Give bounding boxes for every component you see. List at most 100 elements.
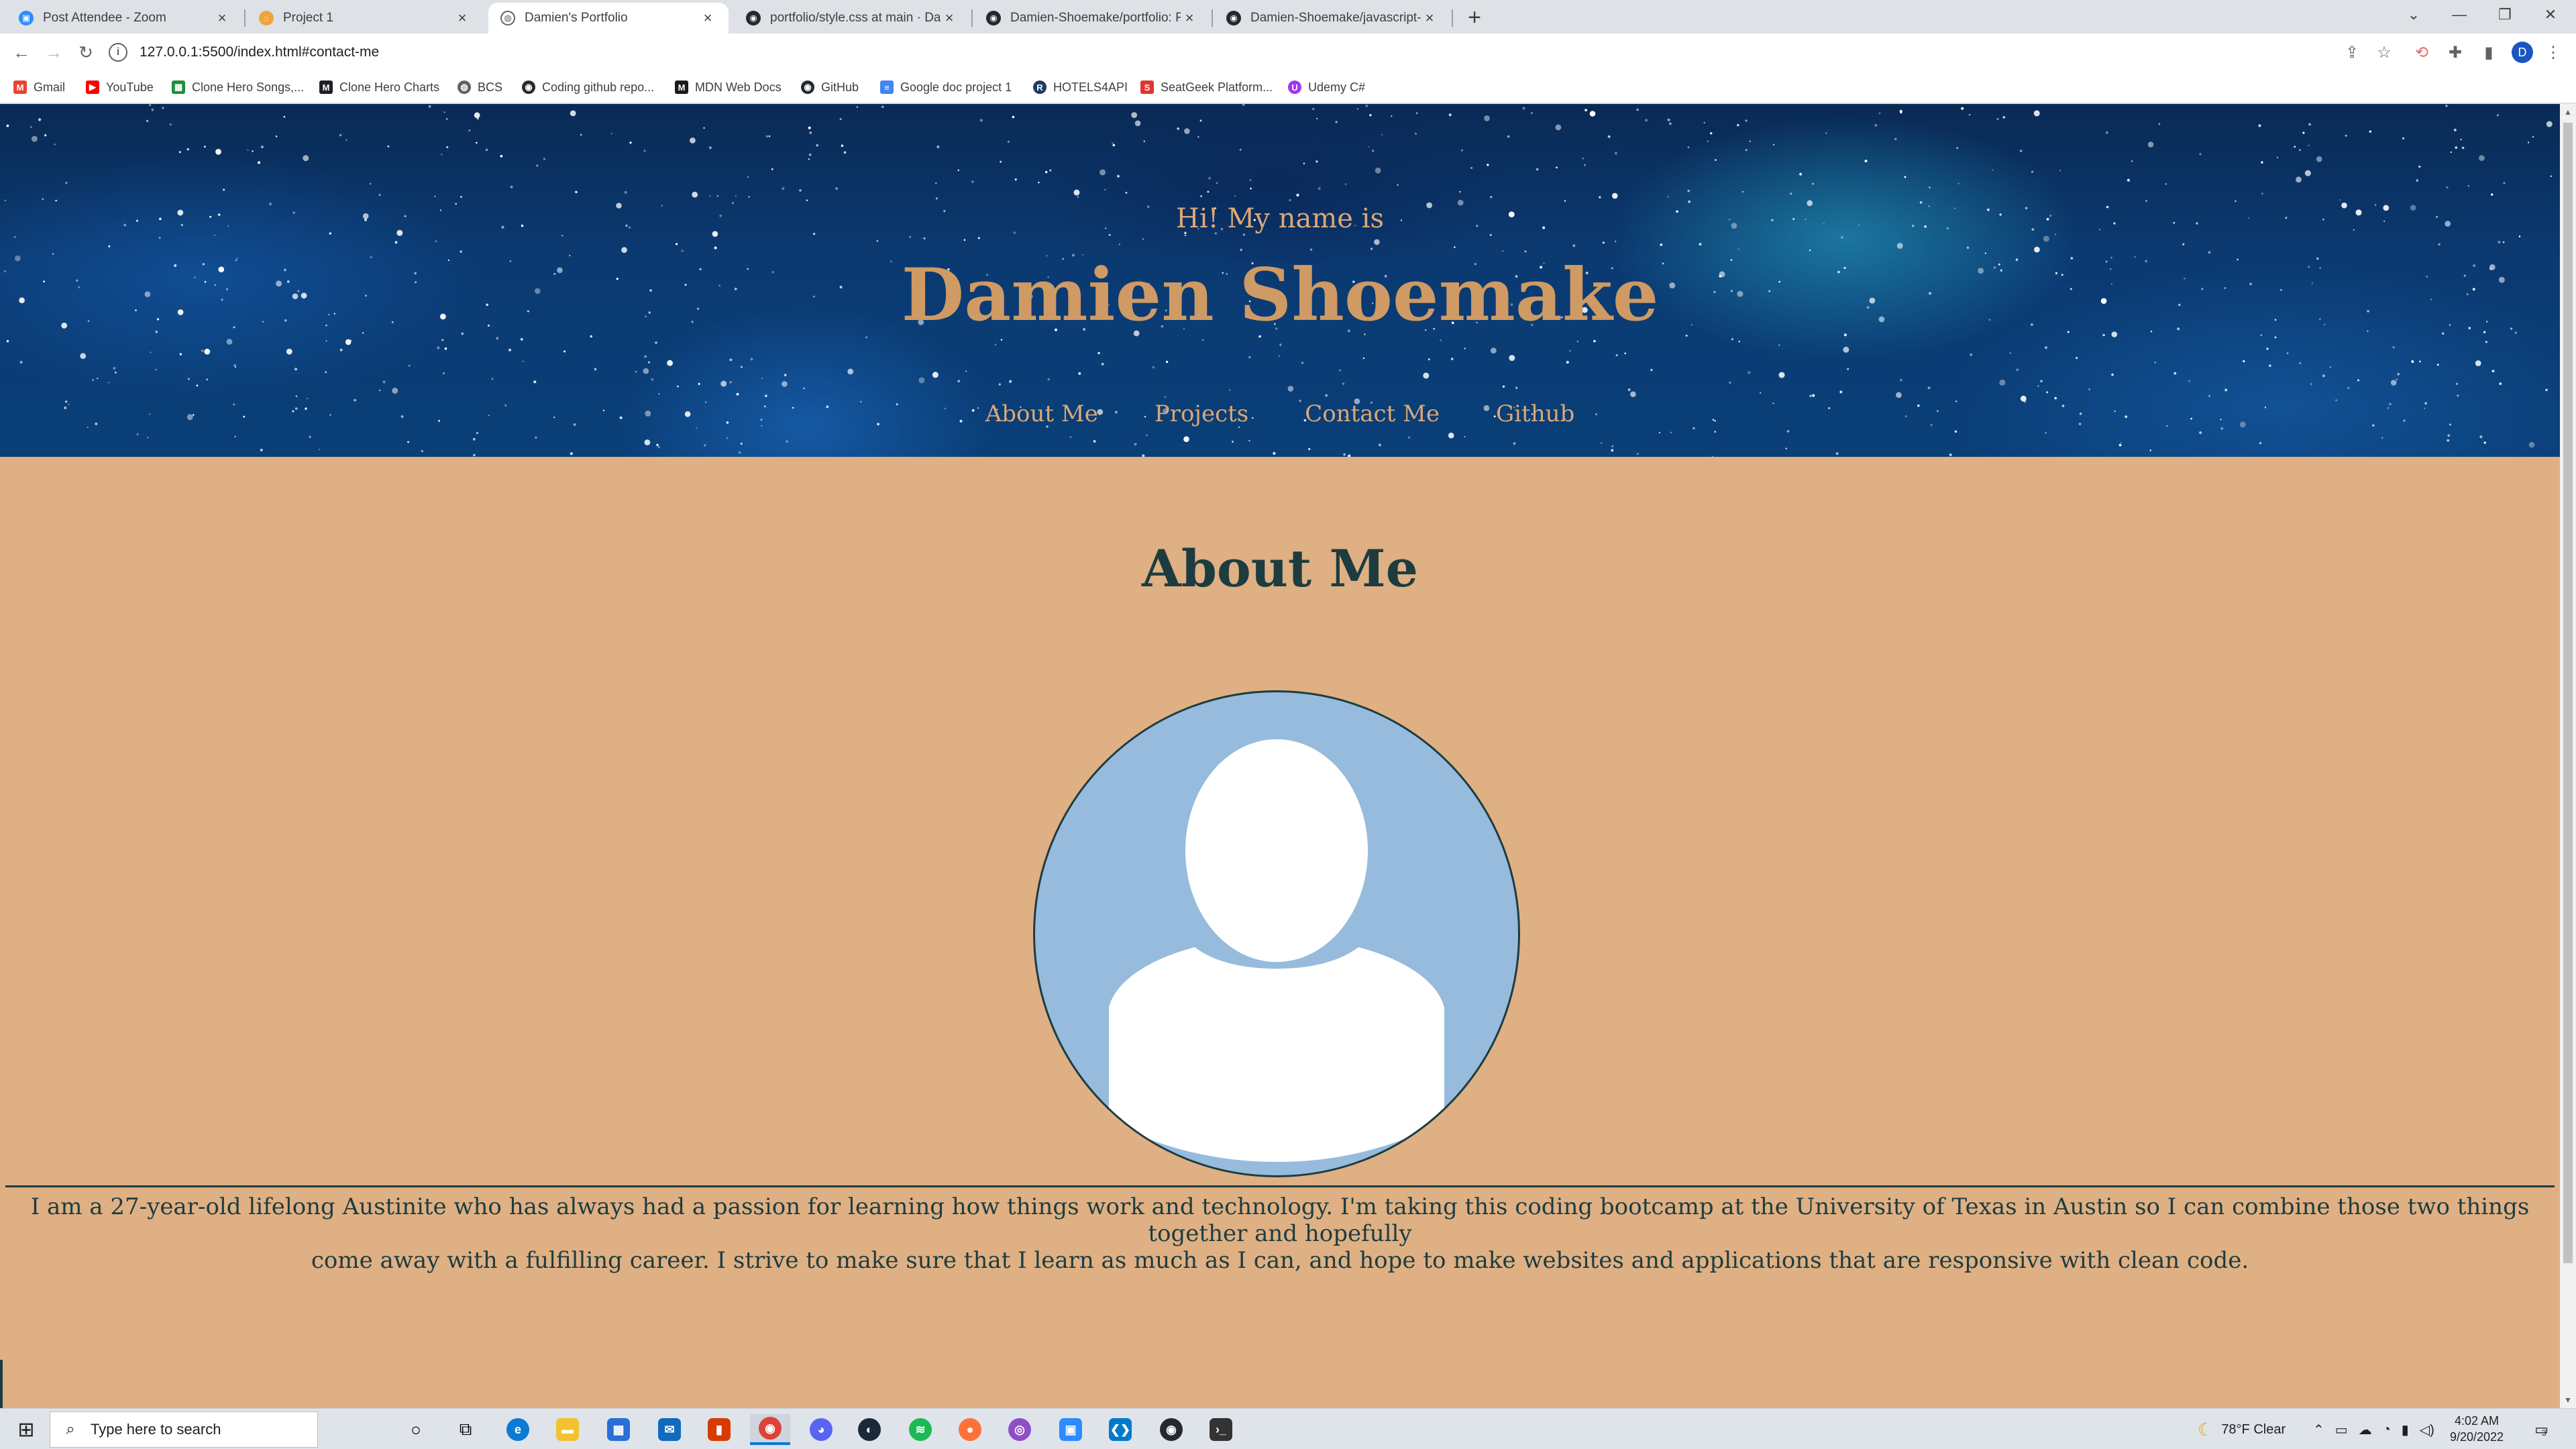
- close-icon[interactable]: ×: [1421, 9, 1438, 27]
- search-placeholder: Type here to search: [91, 1421, 221, 1438]
- bookmark-youtube[interactable]: ▶ YouTube: [86, 78, 154, 97]
- bookmark-hotels4api[interactable]: R HOTELS4API: [1033, 78, 1128, 97]
- tab-project-1[interactable]: ◌ Project 1 ×: [247, 3, 483, 34]
- task-view-icon[interactable]: ⧉: [445, 1414, 486, 1445]
- sheets-icon: ▦: [172, 80, 185, 94]
- taskbar-clock[interactable]: 4:02 AM 9/20/2022: [2439, 1413, 2514, 1445]
- bookmark-mdn[interactable]: M MDN Web Docs: [675, 78, 782, 97]
- bookmark-star-icon[interactable]: ☆: [2373, 42, 2395, 63]
- bookmark-bcs[interactable]: ◍ BCS: [458, 78, 502, 97]
- office-app[interactable]: ▮: [699, 1414, 739, 1445]
- back-button[interactable]: ←: [9, 40, 34, 64]
- close-icon[interactable]: ×: [941, 9, 958, 27]
- zoom-app[interactable]: ▣: [1051, 1414, 1091, 1445]
- close-window-button[interactable]: ✕: [2528, 0, 2573, 30]
- bookmark-gmail[interactable]: M Gmail: [13, 78, 65, 97]
- vscode-app[interactable]: ❮❯: [1100, 1414, 1140, 1445]
- notification-count: 3: [2542, 1428, 2546, 1438]
- file-explorer-app[interactable]: ▬: [547, 1414, 588, 1445]
- minimize-button[interactable]: —: [2436, 0, 2482, 30]
- close-icon[interactable]: ×: [453, 9, 471, 27]
- section-divider: [5, 1185, 2555, 1187]
- tab-title: Damien-Shoemake/javascript-pa: [1250, 11, 1421, 25]
- tab-style-css[interactable]: ◉ portfolio/style.css at main · Dami ×: [734, 3, 970, 34]
- mail-app[interactable]: ✉: [649, 1414, 690, 1445]
- page-scrollbar[interactable]: ▲ ▼: [2560, 104, 2576, 1408]
- hero-banner: Hi! My name is Damien Shoemake About Me …: [0, 104, 2560, 457]
- bookmark-google-doc[interactable]: ≡ Google doc project 1: [880, 78, 1012, 97]
- windows-start-icon[interactable]: ⊞: [13, 1417, 39, 1442]
- scroll-down-arrow[interactable]: ▼: [2560, 1392, 2576, 1408]
- mic-icon[interactable]: ▮: [2402, 1421, 2409, 1438]
- address-bar[interactable]: i 127.0.0.1:5500/index.html#contact-me: [109, 38, 2349, 67]
- weather-widget[interactable]: ☾ 78°F Clear: [2198, 1414, 2286, 1445]
- store-app[interactable]: ▦: [598, 1414, 639, 1445]
- tab-zoom[interactable]: ▣ Post Attendee - Zoom ×: [7, 3, 243, 34]
- zoom-icon: ▣: [1059, 1418, 1082, 1441]
- chrome-app[interactable]: ◉: [750, 1414, 790, 1445]
- network-icon[interactable]: ▭: [2335, 1421, 2348, 1438]
- scroll-up-arrow[interactable]: ▲: [2560, 104, 2576, 120]
- hero-greeting: Hi! My name is: [1176, 203, 1384, 234]
- tab-javascript-repo[interactable]: ◉ Damien-Shoemake/javascript-pa ×: [1214, 3, 1450, 34]
- bookmark-github[interactable]: ◉ GitHub: [801, 78, 859, 97]
- nav-contact-me[interactable]: Contact Me: [1305, 400, 1440, 427]
- bookmark-clone-hero-charts[interactable]: M Clone Hero Charts: [319, 78, 439, 97]
- gmail-icon: M: [13, 80, 27, 94]
- new-tab-button[interactable]: +: [1462, 5, 1487, 30]
- share-icon[interactable]: ⇪: [2341, 42, 2363, 63]
- spotify-app[interactable]: ≋: [900, 1414, 941, 1445]
- bookmark-clone-hero-songs[interactable]: ▦ Clone Hero Songs,...: [172, 78, 304, 97]
- taskbar-search[interactable]: ⌕ Type here to search: [50, 1411, 318, 1448]
- menu-icon[interactable]: ⋮: [2542, 42, 2564, 63]
- reload-button[interactable]: ↻: [74, 40, 98, 64]
- bookmark-coding-github[interactable]: ◉ Coding github repo...: [522, 78, 654, 97]
- info-icon[interactable]: i: [109, 43, 127, 62]
- profile-avatar[interactable]: D: [2512, 42, 2533, 63]
- nav-about-me[interactable]: About Me: [985, 400, 1098, 427]
- scroll-thumb[interactable]: [2563, 123, 2573, 1263]
- globe-icon: ◍: [500, 11, 515, 25]
- chevron-up-icon[interactable]: ⌃: [2313, 1421, 2324, 1438]
- bookmark-seatgeek[interactable]: S SeatGeek Platform...: [1140, 78, 1273, 97]
- nav-projects[interactable]: Projects: [1155, 400, 1248, 427]
- bookmark-label: Udemy C#: [1308, 80, 1366, 94]
- terminal-app[interactable]: ›_: [1201, 1414, 1241, 1445]
- bookmark-udemy[interactable]: U Udemy C#: [1288, 78, 1365, 97]
- tab-portfolio[interactable]: ◍ Damien's Portfolio ×: [488, 3, 729, 34]
- bookmark-label: BCS: [478, 80, 503, 94]
- close-icon[interactable]: ×: [1181, 9, 1198, 27]
- firefox-icon: ●: [959, 1418, 981, 1441]
- discord-app[interactable]: ◕: [801, 1414, 841, 1445]
- github-desktop-app[interactable]: ◉: [1151, 1414, 1191, 1445]
- onedrive-icon[interactable]: ◔: [2383, 1422, 2391, 1438]
- page-viewport[interactable]: Hi! My name is Damien Shoemake About Me …: [0, 104, 2560, 1408]
- restore-button[interactable]: ❐: [2482, 0, 2528, 30]
- cortana-icon[interactable]: ○: [396, 1414, 436, 1445]
- bookmark-label: Gmail: [34, 80, 66, 94]
- extension-icon[interactable]: ⟲: [2411, 42, 2432, 63]
- tab-separator: [244, 9, 246, 27]
- close-icon[interactable]: ×: [213, 9, 231, 27]
- tab-separator: [971, 9, 973, 27]
- youtube-icon: ▶: [86, 80, 99, 94]
- tab-title: Damien-Shoemake/portfolio: Re: [1010, 11, 1181, 25]
- udemy-icon: U: [1288, 80, 1301, 94]
- podcast-app[interactable]: ◎: [1000, 1414, 1040, 1445]
- notification-center[interactable]: ▭ 3: [2529, 1418, 2552, 1441]
- seatgeek-icon: S: [1140, 80, 1154, 94]
- volume-icon[interactable]: ◁): [2420, 1421, 2434, 1438]
- steam-app[interactable]: ◐: [849, 1414, 890, 1445]
- chrome-icon: ◉: [759, 1417, 782, 1440]
- cloud-icon[interactable]: ☁: [2359, 1421, 2372, 1438]
- tab-search-icon[interactable]: ⌄: [2391, 0, 2436, 30]
- about-me-heading: About Me: [1141, 539, 1419, 598]
- firefox-app[interactable]: ●: [950, 1414, 990, 1445]
- close-icon[interactable]: ×: [699, 9, 716, 27]
- puzzle-icon[interactable]: ✚: [2445, 42, 2466, 63]
- side-panel-icon[interactable]: ▮: [2478, 42, 2500, 63]
- nav-github[interactable]: Github: [1496, 400, 1574, 427]
- edge-app[interactable]: e: [498, 1414, 538, 1445]
- tab-portfolio-repo[interactable]: ◉ Damien-Shoemake/portfolio: Re ×: [974, 3, 1210, 34]
- forward-button[interactable]: →: [42, 40, 66, 64]
